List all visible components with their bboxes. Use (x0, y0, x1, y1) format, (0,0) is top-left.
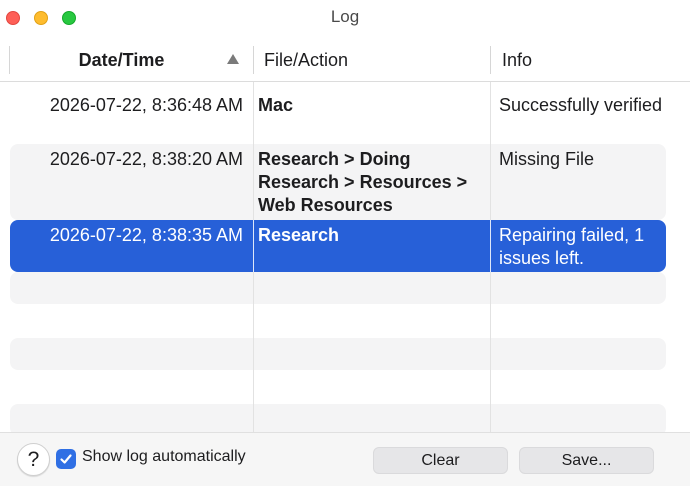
column-divider (253, 220, 254, 272)
footer-bar: ? Show log automatically Clear Save... (0, 432, 690, 486)
table-row-selected[interactable]: 2026-07-22, 8:38:35 AM Research Repairin… (10, 220, 666, 272)
table-stripe (10, 404, 666, 432)
help-button[interactable]: ? (17, 443, 50, 476)
row-info: Repairing failed, 1 issues left. (499, 225, 645, 268)
table-stripe (10, 338, 666, 370)
column-header-info[interactable]: Info (502, 38, 682, 82)
row-file: Research > Doing Research > Resources > … (258, 149, 468, 215)
header-separator[interactable] (490, 46, 491, 74)
row-file: Mac (258, 95, 294, 115)
row-info: Successfully verified (499, 95, 663, 115)
checkmark-icon (60, 454, 72, 464)
title-bar: Log (0, 0, 690, 36)
row-info: Missing File (499, 149, 595, 169)
triangle-up-icon[interactable] (227, 54, 239, 64)
row-date: 2026-07-22, 8:38:35 AM (49, 225, 243, 245)
column-header-file[interactable]: File/Action (264, 38, 484, 82)
window-title: Log (330, 7, 360, 26)
table-stripe (10, 272, 666, 304)
column-header-date[interactable]: Date/Time (10, 38, 253, 82)
column-divider (490, 220, 491, 272)
show-log-label[interactable]: Show log automatically (82, 448, 246, 466)
log-table: 2026-07-22, 8:36:48 AM Mac Successfully … (0, 82, 690, 432)
save-button[interactable]: Save... (519, 447, 654, 474)
show-log-checkbox[interactable] (56, 449, 76, 469)
row-date: 2026-07-22, 8:36:48 AM (49, 95, 243, 115)
row-file: Research (258, 225, 340, 245)
log-window: Log Date/Time File/Action Info 2026-07-2… (0, 0, 690, 486)
table-header: Date/Time File/Action Info (0, 38, 690, 82)
row-date: 2026-07-22, 8:38:20 AM (49, 149, 243, 169)
table-row[interactable]: 2026-07-22, 8:38:20 AM Research > Doing … (10, 144, 666, 220)
clear-button[interactable]: Clear (373, 447, 508, 474)
header-separator[interactable] (253, 46, 254, 74)
table-row[interactable]: 2026-07-22, 8:36:48 AM Mac Successfully … (10, 90, 666, 144)
